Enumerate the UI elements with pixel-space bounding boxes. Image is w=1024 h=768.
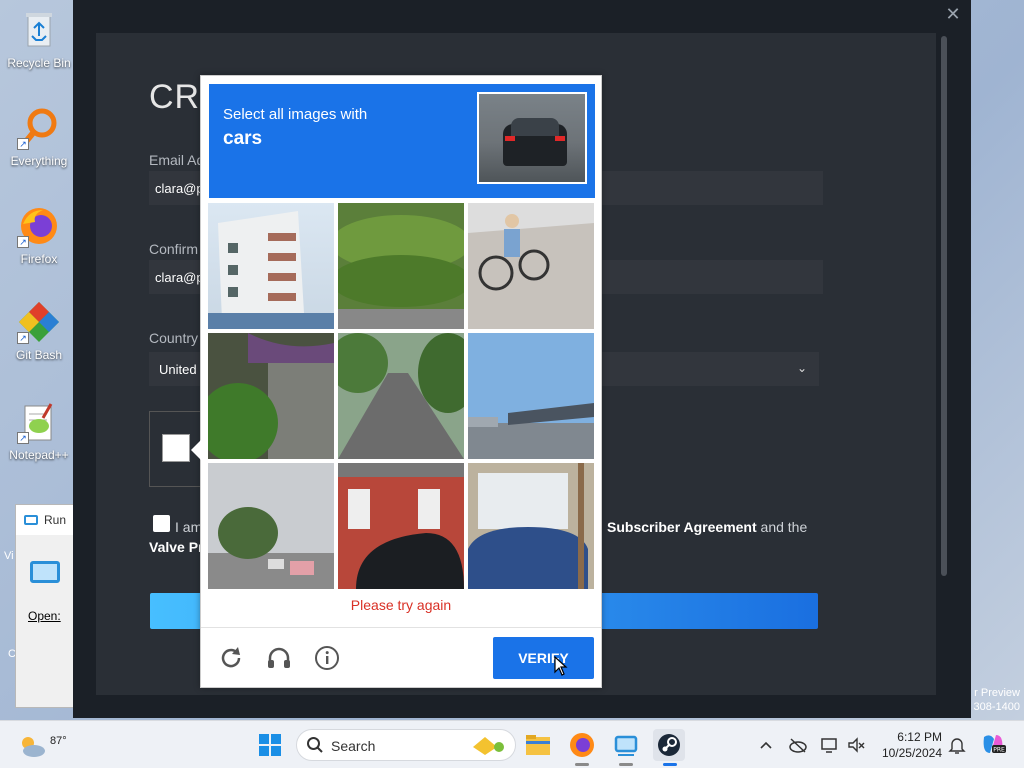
windows-watermark: r Preview 308-1400 bbox=[970, 686, 1021, 714]
desktop-icon-firefox[interactable]: ↗ Firefox bbox=[3, 204, 75, 266]
taskbar: 87° Search 6:12 PM 10/25/2024 PRE bbox=[0, 720, 1024, 768]
desktop-icon-label: Notepad++ bbox=[9, 448, 69, 462]
git-bash-icon: ↗ bbox=[17, 300, 61, 344]
network-cloud-icon[interactable] bbox=[788, 735, 808, 755]
verify-button[interactable]: VERIFY bbox=[493, 637, 594, 679]
firefox-taskbar[interactable] bbox=[566, 729, 598, 761]
steam-taskbar[interactable] bbox=[653, 729, 685, 761]
recaptcha-tile-2[interactable] bbox=[338, 203, 464, 329]
recaptcha-instruction: Select all images with bbox=[223, 106, 368, 123]
display-icon[interactable] bbox=[820, 735, 840, 755]
file-explorer-taskbar[interactable] bbox=[522, 729, 554, 761]
everything-magnifier-icon: ↗ bbox=[17, 106, 61, 150]
search-icon bbox=[307, 737, 323, 753]
recaptcha-tile-9[interactable] bbox=[468, 463, 594, 589]
desktop-icon-label: Everything bbox=[10, 154, 68, 168]
recaptcha-target: cars bbox=[223, 128, 263, 149]
recaptcha-image-grid bbox=[208, 203, 596, 591]
desktop-icon-git-bash[interactable]: ↗ Git Bash bbox=[3, 300, 75, 362]
confirm-email-label: Confirm bbox=[149, 241, 199, 257]
firefox-icon bbox=[570, 733, 594, 757]
weather-temp: 87° bbox=[50, 735, 67, 747]
recaptcha-tile-4[interactable] bbox=[208, 333, 334, 459]
steam-icon bbox=[658, 734, 680, 756]
volume-muted-icon[interactable] bbox=[846, 735, 866, 755]
recaptcha-error: Please try again bbox=[350, 597, 452, 613]
desktop-icon-label: Recycle Bin bbox=[7, 56, 71, 70]
run-icon bbox=[24, 515, 38, 525]
recaptcha-header: Select all images with cars bbox=[209, 84, 595, 198]
recaptcha-challenge: Select all images with cars Please try a… bbox=[191, 75, 602, 688]
search-highlight-icon bbox=[473, 737, 504, 755]
svg-text:PRE: PRE bbox=[993, 747, 1005, 754]
recaptcha-tile-8[interactable] bbox=[338, 463, 464, 589]
subscriber-agreement-link[interactable]: Subscriber Agreement bbox=[607, 519, 757, 535]
recaptcha-sample-image bbox=[477, 92, 587, 184]
recaptcha-checkbox[interactable] bbox=[162, 434, 190, 462]
search-placeholder: Search bbox=[331, 738, 376, 754]
recaptcha-tile-3[interactable] bbox=[468, 203, 594, 329]
firefox-icon: ↗ bbox=[17, 204, 61, 248]
run-taskbar[interactable] bbox=[610, 729, 642, 761]
clock-time: 6:12 PM bbox=[897, 730, 942, 744]
refresh-icon[interactable] bbox=[218, 645, 244, 671]
divider bbox=[201, 627, 601, 628]
run-open-label: Open: bbox=[28, 609, 61, 623]
taskbar-search[interactable]: Search bbox=[296, 729, 516, 761]
notification-bell-icon[interactable] bbox=[947, 735, 967, 755]
desktop-icon-everything[interactable]: ↗ Everything bbox=[3, 106, 75, 168]
audio-challenge-icon[interactable] bbox=[266, 645, 292, 671]
running-indicator-active bbox=[663, 763, 677, 766]
start-button[interactable] bbox=[254, 729, 286, 761]
agree-checkbox[interactable] bbox=[153, 515, 170, 532]
copilot-icon[interactable]: PRE bbox=[980, 731, 1006, 757]
recaptcha-tile-6[interactable] bbox=[468, 333, 594, 459]
weather-cloud-icon bbox=[22, 737, 45, 757]
chevron-up-icon[interactable] bbox=[756, 735, 776, 755]
agree-text-prefix: I am bbox=[175, 519, 203, 535]
weather-widget[interactable]: 87° bbox=[18, 727, 67, 763]
run-dialog-title: Run bbox=[44, 513, 67, 527]
agree-text-and: and the bbox=[760, 519, 808, 535]
privacy-policy-link[interactable]: Valve Pr bbox=[149, 539, 204, 555]
country-label: Country bbox=[149, 330, 199, 346]
popup-pointer bbox=[191, 440, 201, 460]
windows-logo-icon bbox=[259, 734, 281, 756]
mouse-cursor-icon bbox=[554, 655, 568, 676]
watermark-line: 308-1400 bbox=[973, 701, 1021, 713]
email-label: Email Ad bbox=[149, 152, 205, 168]
notepadpp-icon: ↗ bbox=[17, 400, 61, 444]
run-program-icon bbox=[30, 561, 60, 583]
desktop-icon-label: Git Bash bbox=[15, 348, 63, 362]
recaptcha-tile-1[interactable] bbox=[208, 203, 334, 329]
desktop-icon-recycle-bin[interactable]: Recycle Bin bbox=[3, 8, 75, 70]
recaptcha-tile-7[interactable] bbox=[208, 463, 334, 589]
scrollbar[interactable] bbox=[941, 36, 947, 576]
close-icon[interactable]: ✕ bbox=[943, 4, 963, 24]
partial-desktop-text: Vi bbox=[4, 550, 14, 562]
desktop-icon-label: Firefox bbox=[20, 252, 58, 266]
folder-icon bbox=[526, 735, 550, 755]
watermark-line: r Preview bbox=[974, 687, 1020, 699]
desktop-icon-notepadpp[interactable]: ↗ Notepad++ bbox=[3, 400, 75, 462]
running-indicator bbox=[619, 763, 633, 766]
clock-date: 10/25/2024 bbox=[881, 746, 942, 760]
agree-text-suffix: Subscriber Agreement and the bbox=[607, 519, 807, 535]
info-icon[interactable] bbox=[314, 645, 340, 671]
recaptcha-tile-5[interactable] bbox=[338, 333, 464, 459]
country-value: United bbox=[159, 362, 197, 377]
running-indicator bbox=[575, 763, 589, 766]
chevron-down-icon: ⌄ bbox=[797, 361, 808, 375]
run-icon bbox=[614, 735, 638, 756]
recycle-bin-icon bbox=[17, 8, 61, 52]
system-clock[interactable]: 6:12 PM 10/25/2024 bbox=[876, 729, 942, 761]
